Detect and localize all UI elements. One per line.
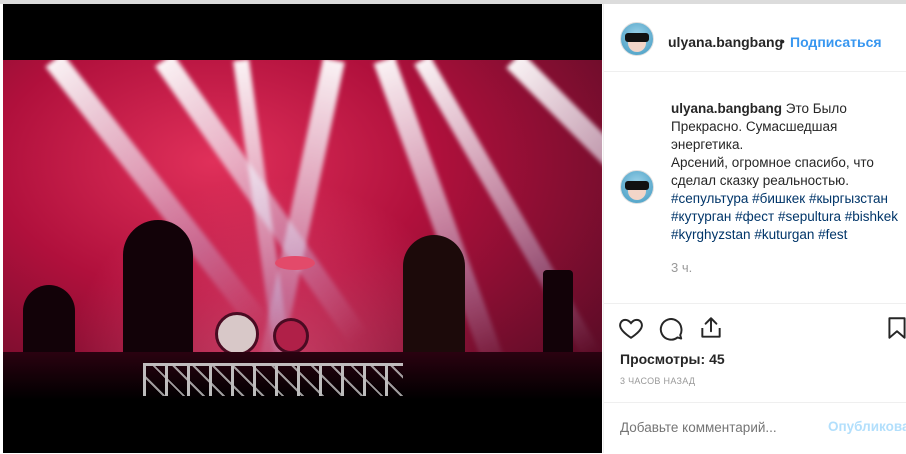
hashtag-link[interactable]: #сепультура <box>671 191 748 206</box>
hashtag-link[interactable]: #кутурган <box>671 209 731 224</box>
share-icon[interactable] <box>698 315 724 341</box>
post-time-ago[interactable]: 3 ЧАСОВ НАЗАД <box>620 376 695 386</box>
post-sidebar: ulyana.bangbang • Подписаться ulyana.ban… <box>603 4 906 453</box>
bookmark-icon[interactable] <box>884 315 906 341</box>
video-player[interactable] <box>3 4 602 453</box>
separator-dot: • <box>780 33 785 49</box>
comment-author-avatar[interactable] <box>620 170 654 204</box>
concert-video-frame[interactable] <box>3 60 602 400</box>
hashtag-link[interactable]: #sepultura <box>778 209 841 224</box>
publish-button[interactable]: Опубликовать <box>828 419 906 434</box>
hashtag-link[interactable]: #kyrghyzstan <box>671 227 751 242</box>
hashtag-link[interactable]: #bishkek <box>845 209 898 224</box>
follow-button[interactable]: Подписаться <box>790 34 882 50</box>
hashtag-link[interactable]: #кыргызстан <box>809 191 888 206</box>
hashtag-link[interactable]: #бишкек <box>752 191 805 206</box>
cymbal <box>275 256 315 270</box>
hashtag-link[interactable]: #fest <box>818 227 847 242</box>
post-header: ulyana.bangbang • Подписаться <box>604 4 906 72</box>
comment-timestamp[interactable]: 3 ч. <box>671 260 692 275</box>
divider <box>604 303 906 304</box>
author-avatar[interactable] <box>620 22 654 56</box>
avatar-glasses <box>625 33 649 42</box>
add-comment-input[interactable] <box>620 416 810 438</box>
caption-username-link[interactable]: ulyana.bangbang <box>671 101 782 116</box>
caption-text-line2: Арсений, огромное спасибо, что сделал ск… <box>671 155 874 188</box>
avatar-glasses <box>625 181 649 190</box>
caption-comment: ulyana.bangbang Это Было Прекрасно. Сума… <box>671 100 905 244</box>
views-label: Просмотры: <box>620 351 706 367</box>
add-comment-bar: Опубликовать <box>604 402 906 454</box>
author-username-link[interactable]: ulyana.bangbang <box>668 34 783 50</box>
speech-bubble-icon[interactable] <box>658 315 684 341</box>
drum <box>273 318 309 354</box>
heart-outline-icon[interactable] <box>618 315 644 341</box>
views-number: 45 <box>709 351 725 367</box>
drum-riser <box>143 363 403 396</box>
hashtag-link[interactable]: #фест <box>735 209 774 224</box>
bass-drum <box>215 312 259 356</box>
hashtag-link[interactable]: #kuturgan <box>754 227 814 242</box>
views-count[interactable]: Просмотры: 45 <box>620 351 725 367</box>
